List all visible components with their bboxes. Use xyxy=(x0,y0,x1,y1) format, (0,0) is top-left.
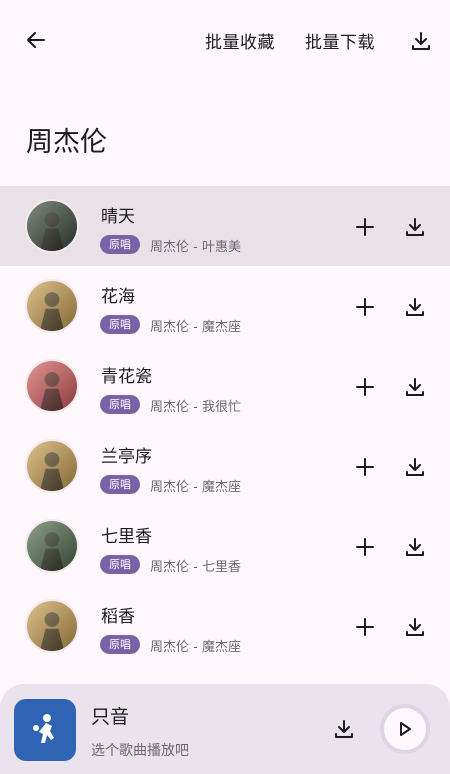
song-subtitle: 周杰伦 - 我很忙 xyxy=(150,400,241,415)
original-badge: 原唱 xyxy=(100,235,140,254)
song-row[interactable]: 稻香 原唱 周杰伦 - 魔杰座 xyxy=(0,586,450,666)
original-badge: 原唱 xyxy=(100,555,140,574)
song-row[interactable]: 青花瓷 原唱 周杰伦 - 我很忙 xyxy=(0,346,450,426)
original-badge: 原唱 xyxy=(100,635,140,654)
song-row[interactable]: 七里香 原唱 周杰伦 - 七里香 xyxy=(0,506,450,586)
song-row[interactable]: 花海 原唱 周杰伦 - 魔杰座 xyxy=(0,266,450,346)
song-title: 兰亭序 xyxy=(101,447,152,467)
download-button[interactable] xyxy=(402,374,428,400)
original-badge: 原唱 xyxy=(100,315,140,334)
download-icon xyxy=(335,720,353,738)
song-subtitle: 周杰伦 - 魔杰座 xyxy=(150,480,241,495)
original-badge: 原唱 xyxy=(100,395,140,414)
download-button[interactable] xyxy=(402,454,428,480)
song-row[interactable]: 晴天 原唱 周杰伦 - 叶惠美 xyxy=(0,186,450,266)
play-button[interactable] xyxy=(380,704,430,754)
plus-icon xyxy=(356,298,374,316)
download-icon xyxy=(406,218,424,236)
album-cover xyxy=(25,439,79,493)
song-subtitle: 周杰伦 - 七里香 xyxy=(150,560,241,575)
album-cover xyxy=(25,359,79,413)
player-title: 只音 xyxy=(91,706,130,728)
download-icon xyxy=(412,32,430,50)
download-button[interactable] xyxy=(402,534,428,560)
album-cover xyxy=(25,199,79,253)
album-cover xyxy=(25,599,79,653)
add-button[interactable] xyxy=(352,534,378,560)
song-title: 稻香 xyxy=(101,607,135,627)
download-icon xyxy=(406,618,424,636)
top-app-bar: 批量收藏 批量下载 xyxy=(0,0,450,80)
plus-icon xyxy=(356,218,374,236)
add-button[interactable] xyxy=(352,294,378,320)
basketball-player-icon xyxy=(33,714,54,743)
player-subtitle: 选个歌曲播放吧 xyxy=(91,743,189,759)
plus-icon xyxy=(356,538,374,556)
download-icon xyxy=(406,378,424,396)
album-cover xyxy=(25,519,79,573)
download-button[interactable] xyxy=(402,614,428,640)
add-button[interactable] xyxy=(352,454,378,480)
song-list: 晴天 原唱 周杰伦 - 叶惠美 花海 原唱 周杰伦 - 魔杰座 青花瓷 原唱 周… xyxy=(0,186,450,666)
download-icon xyxy=(406,538,424,556)
song-subtitle: 周杰伦 - 魔杰座 xyxy=(150,320,241,335)
player-download-button[interactable] xyxy=(330,715,358,743)
player-album-art[interactable] xyxy=(14,699,76,761)
back-button[interactable] xyxy=(20,24,52,56)
add-button[interactable] xyxy=(352,374,378,400)
song-title: 晴天 xyxy=(101,207,135,227)
play-icon xyxy=(400,722,411,736)
batch-favorite-button[interactable]: 批量收藏 xyxy=(205,28,275,53)
download-icon xyxy=(406,458,424,476)
download-all-button[interactable] xyxy=(406,26,436,56)
song-subtitle: 周杰伦 - 魔杰座 xyxy=(150,640,241,655)
song-row[interactable]: 兰亭序 原唱 周杰伦 - 魔杰座 xyxy=(0,426,450,506)
song-title: 青花瓷 xyxy=(101,367,152,387)
song-title: 花海 xyxy=(101,287,135,307)
mini-player[interactable]: 只音 选个歌曲播放吧 xyxy=(0,684,450,774)
download-icon xyxy=(406,298,424,316)
add-button[interactable] xyxy=(352,214,378,240)
add-button[interactable] xyxy=(352,614,378,640)
plus-icon xyxy=(356,458,374,476)
batch-download-button[interactable]: 批量下载 xyxy=(305,28,375,53)
song-subtitle: 周杰伦 - 叶惠美 xyxy=(150,240,241,255)
download-button[interactable] xyxy=(402,214,428,240)
album-cover xyxy=(25,279,79,333)
artist-title: 周杰伦 xyxy=(26,127,107,158)
song-title: 七里香 xyxy=(101,527,152,547)
plus-icon xyxy=(356,618,374,636)
download-button[interactable] xyxy=(402,294,428,320)
plus-icon xyxy=(356,378,374,396)
original-badge: 原唱 xyxy=(100,475,140,494)
arrow-left-icon xyxy=(27,32,45,48)
